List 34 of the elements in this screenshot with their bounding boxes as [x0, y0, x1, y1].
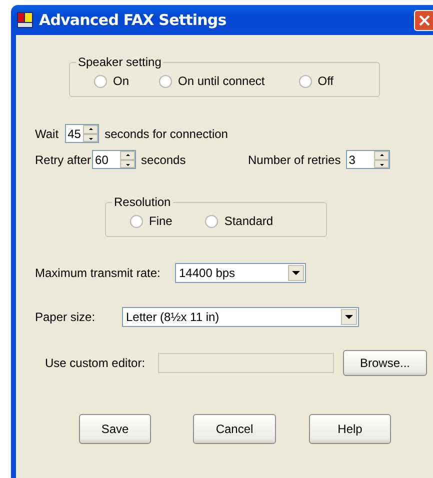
- dialog-button[interactable]: Cancel: [193, 414, 276, 444]
- dropdown-arrow-icon[interactable]: [292, 271, 300, 275]
- app-icon: [17, 12, 33, 28]
- spin-up-icon[interactable]: [120, 151, 136, 160]
- group-label: Resolution: [113, 195, 172, 209]
- rate-label: Maximum transmit rate:: [35, 266, 162, 280]
- radio-option[interactable]: On: [94, 74, 130, 88]
- wait-label: Wait: [35, 126, 59, 140]
- window-title: Advanced FAX Settings: [39, 11, 228, 29]
- spin-up-icon[interactable]: [374, 151, 389, 160]
- group-label: Speaker setting: [77, 55, 162, 69]
- paper-label: Paper size:: [35, 310, 96, 324]
- spin-up-icon[interactable]: [82, 125, 98, 134]
- radio-option[interactable]: Standard: [205, 214, 274, 228]
- editor-input-field[interactable]: [158, 353, 334, 373]
- paper-dropdown[interactable]: Letter (8½x 11 in): [122, 307, 359, 327]
- radio-option[interactable]: Fine: [130, 214, 172, 228]
- retry-suffix: seconds: [141, 152, 187, 166]
- retries-spinner[interactable]: 3: [346, 150, 390, 169]
- close-button[interactable]: [414, 10, 433, 30]
- retries-label: Number of retries: [248, 152, 341, 166]
- dialog-button[interactable]: Help: [309, 414, 391, 444]
- wait-suffix: seconds for connection: [104, 126, 228, 140]
- browse-button[interactable]: Browse...: [343, 350, 427, 376]
- radio-option[interactable]: On until connect: [159, 74, 265, 88]
- radio-option[interactable]: Off: [298, 74, 334, 88]
- retry-label: Retry after: [35, 152, 92, 166]
- dropdown-arrow-icon[interactable]: [345, 315, 353, 319]
- dialog-button[interactable]: Save: [79, 414, 151, 444]
- retry-spinner[interactable]: 60: [92, 150, 136, 169]
- editor-label: Use custom editor:: [45, 356, 146, 370]
- rate-dropdown[interactable]: 14400 bps: [175, 263, 306, 283]
- close-icon: [419, 14, 430, 26]
- wait-spinner[interactable]: 45: [64, 124, 99, 143]
